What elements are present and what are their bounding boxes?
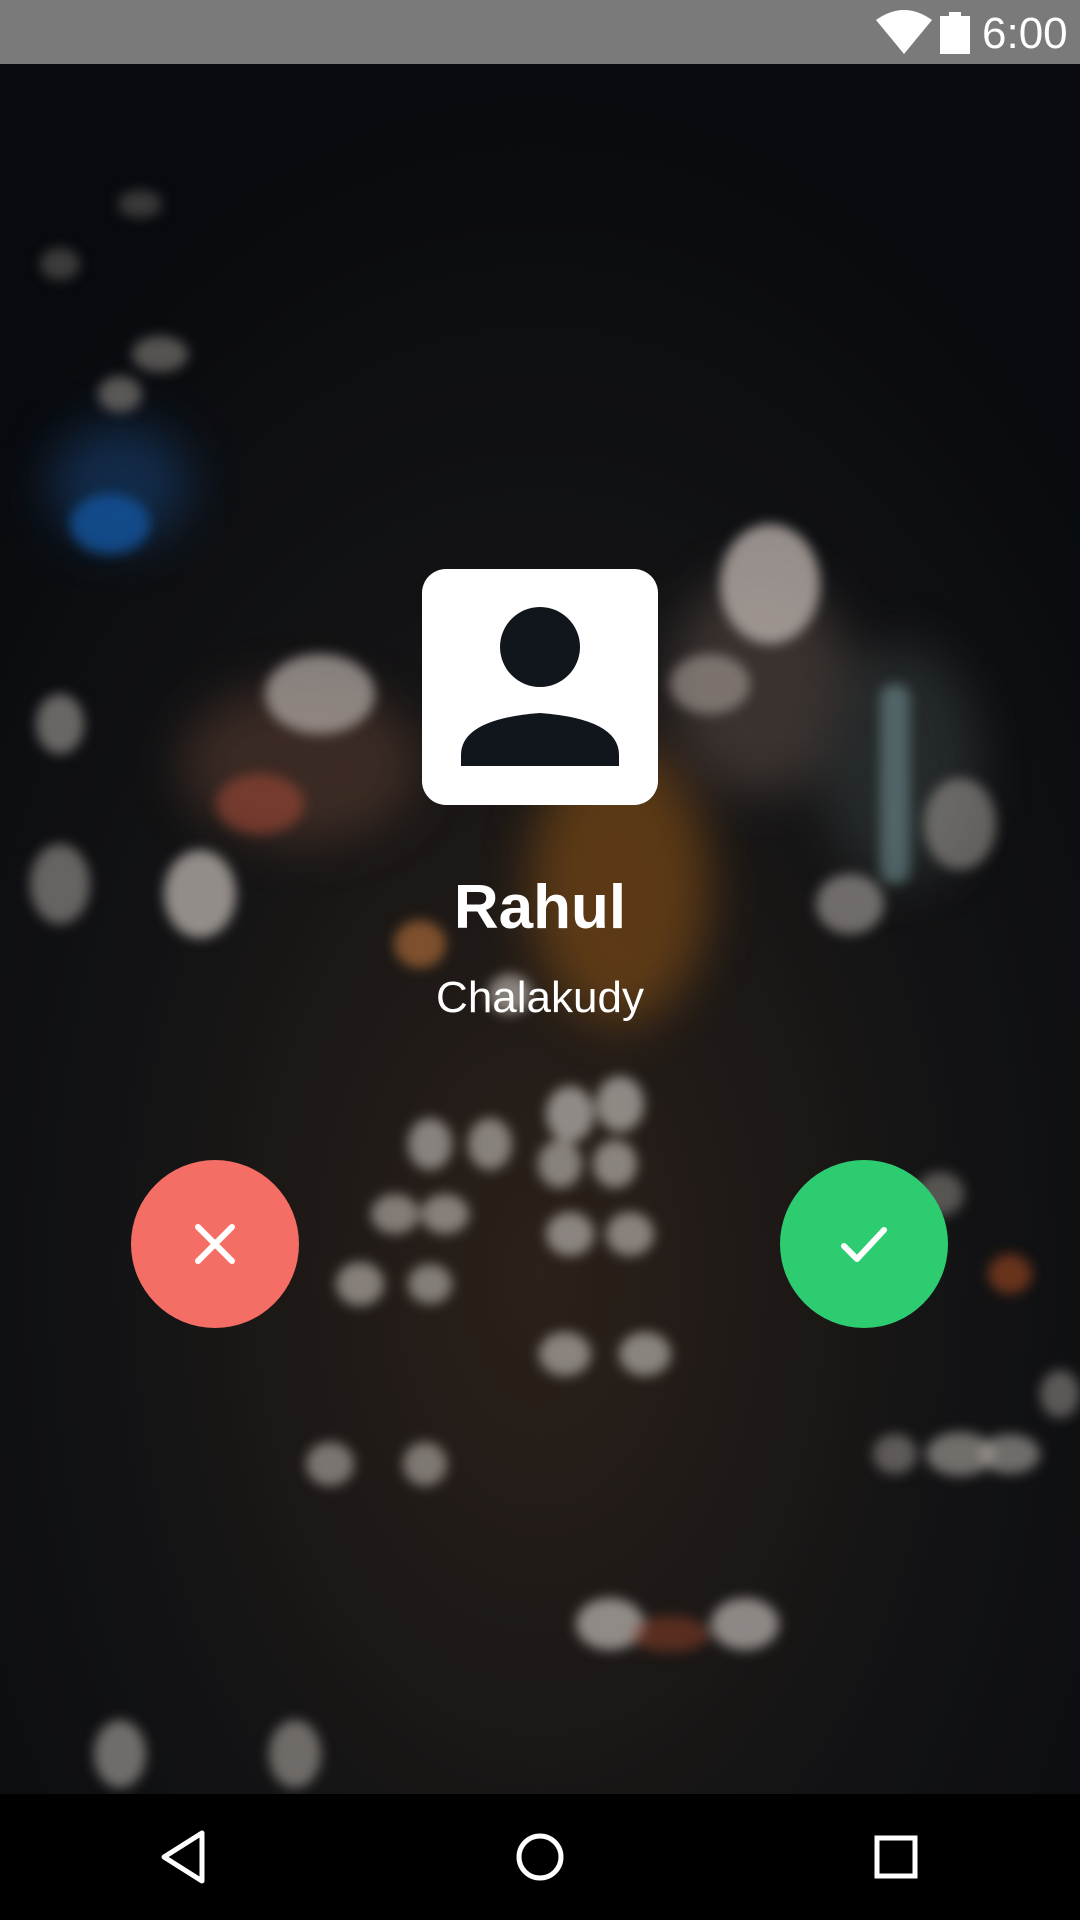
status-bar: 6:00 [0,0,1080,64]
back-button[interactable] [144,1817,224,1897]
battery-icon [940,12,970,54]
wifi-icon [876,10,932,54]
home-button[interactable] [500,1817,580,1897]
caller-avatar [422,569,658,805]
close-icon [195,1224,235,1264]
navigation-bar [0,1794,1080,1920]
person-icon [461,607,619,766]
decline-call-button[interactable] [131,1160,299,1328]
home-icon [516,1833,564,1881]
caller-location: Chalakudy [436,973,644,1022]
back-icon [161,1830,205,1884]
check-icon [841,1227,887,1262]
accept-call-button[interactable] [780,1160,948,1328]
caller-name: Rahul [453,873,627,942]
incoming-call-screen: 6:00 Rahul Chalakudy [0,0,1080,1920]
recents-button[interactable] [856,1817,936,1897]
recents-icon [874,1835,918,1879]
status-time: 6:00 [982,9,1068,58]
